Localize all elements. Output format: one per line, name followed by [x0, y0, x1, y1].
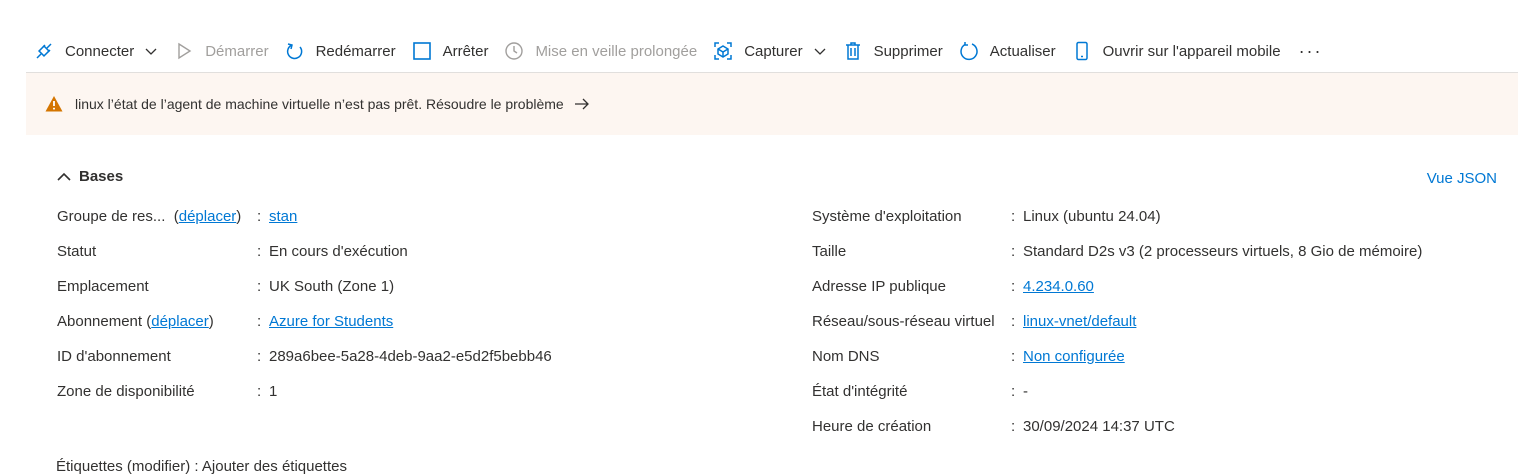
json-view-link[interactable]: Vue JSON [1427, 170, 1497, 187]
colon: : [1011, 313, 1016, 330]
vnet-label: Réseau/sous-réseau virtuel [812, 313, 995, 330]
status-label: Statut [57, 243, 97, 260]
created-label: Heure de création [812, 418, 932, 435]
plug-icon [34, 41, 54, 61]
location-label: Emplacement [57, 278, 149, 295]
availability-zone-value: 1 [269, 383, 278, 400]
colon: : [257, 208, 262, 225]
vnet-link[interactable]: linux-vnet/default [1023, 313, 1136, 330]
resource-group-row: Groupe de res... (déplacer) [57, 208, 241, 225]
section-title: Bases [79, 168, 124, 185]
chevron-up-icon [56, 169, 72, 185]
subscription-label: Abonnement ( [57, 313, 152, 330]
open-mobile-label: Ouvrir sur l'appareil mobile [1102, 42, 1281, 60]
play-icon [174, 41, 194, 61]
colon: : [257, 348, 262, 365]
dns-label: Nom DNS [812, 348, 880, 365]
mobile-icon [1072, 41, 1092, 61]
colon: : [1011, 383, 1016, 400]
warning-text: linux l’état de l’agent de machine virtu… [75, 96, 564, 112]
colon: : [257, 243, 262, 260]
restart-icon [285, 41, 305, 61]
delete-label: Supprimer [873, 42, 943, 60]
size-value: Standard D2s v3 (2 processeurs virtuels,… [1023, 243, 1423, 260]
move-resource-group-link[interactable]: déplacer [179, 208, 237, 225]
paren-close: ) [236, 208, 242, 225]
capture-button[interactable]: Capturer [705, 32, 834, 70]
hibernate-label: Mise en veille prolongée [535, 42, 698, 60]
open-mobile-button[interactable]: Ouvrir sur l'appareil mobile [1064, 32, 1289, 70]
location-value: UK South (Zone 1) [269, 278, 395, 295]
connect-label: Connecter [65, 42, 135, 60]
stop-label: Arrêter [442, 42, 489, 60]
os-label: Système d'exploitation [812, 208, 962, 225]
subscription-value-link[interactable]: Azure for Students [269, 313, 393, 330]
chevron-down-icon [144, 44, 158, 58]
stop-button[interactable]: Arrêter [404, 32, 497, 70]
stop-icon [412, 41, 432, 61]
created-value: 30/09/2024 14:37 UTC [1023, 418, 1175, 435]
health-value: - [1023, 383, 1028, 400]
start-button[interactable]: Démarrer [166, 32, 276, 70]
subscription-id-label: ID d'abonnement [57, 348, 171, 365]
hibernate-button[interactable]: Mise en veille prolongée [496, 32, 705, 70]
refresh-button[interactable]: Actualiser [951, 32, 1064, 70]
dns-link[interactable]: Non configurée [1023, 348, 1125, 365]
start-label: Démarrer [205, 42, 269, 60]
subscription-id-value: 289a6bee-5a28-4deb-9aa2-e5d2f5bebb46 [269, 348, 552, 365]
move-subscription-link[interactable]: déplacer [151, 313, 209, 330]
availability-zone-label: Zone de disponibilité [57, 383, 195, 400]
public-ip-label: Adresse IP publique [812, 278, 946, 295]
paren-close: ) [208, 313, 214, 330]
capture-label: Capturer [744, 42, 803, 60]
colon: : [1011, 348, 1016, 365]
warning-icon [45, 95, 63, 113]
trash-icon [843, 41, 863, 61]
connect-button[interactable]: Connecter [26, 32, 166, 70]
colon: : [1011, 418, 1016, 435]
essentials-toggle[interactable]: Bases [56, 168, 123, 185]
colon: : [257, 278, 262, 295]
public-ip-link[interactable]: 4.234.0.60 [1023, 278, 1094, 295]
refresh-icon [959, 41, 979, 61]
command-bar: Connecter Démarrer Redémarrer Arrêter Mi… [26, 32, 1518, 70]
colon: : [1011, 208, 1016, 225]
warning-banner[interactable]: linux l’état de l’agent de machine virtu… [26, 73, 1518, 135]
chevron-down-icon [813, 44, 827, 58]
delete-button[interactable]: Supprimer [835, 32, 951, 70]
status-value: En cours d'exécution [269, 243, 408, 260]
restart-label: Redémarrer [315, 42, 396, 60]
more-actions-button[interactable]: ··· [1289, 32, 1333, 70]
colon: : [1011, 278, 1016, 295]
os-value: Linux (ubuntu 24.04) [1023, 208, 1161, 225]
colon: : [257, 313, 262, 330]
restart-button[interactable]: Redémarrer [277, 32, 404, 70]
colon: : [1011, 243, 1016, 260]
capture-icon [713, 41, 733, 61]
health-label: État d'intégrité [812, 383, 908, 400]
arrow-right-icon [574, 98, 590, 110]
clock-icon [504, 41, 524, 61]
colon: : [257, 383, 262, 400]
size-label: Taille [812, 243, 847, 260]
resource-group-label: Groupe de res... [57, 208, 166, 225]
subscription-row: Abonnement (déplacer) [57, 313, 214, 330]
resource-group-value-link[interactable]: stan [269, 208, 297, 225]
refresh-label: Actualiser [989, 42, 1056, 60]
